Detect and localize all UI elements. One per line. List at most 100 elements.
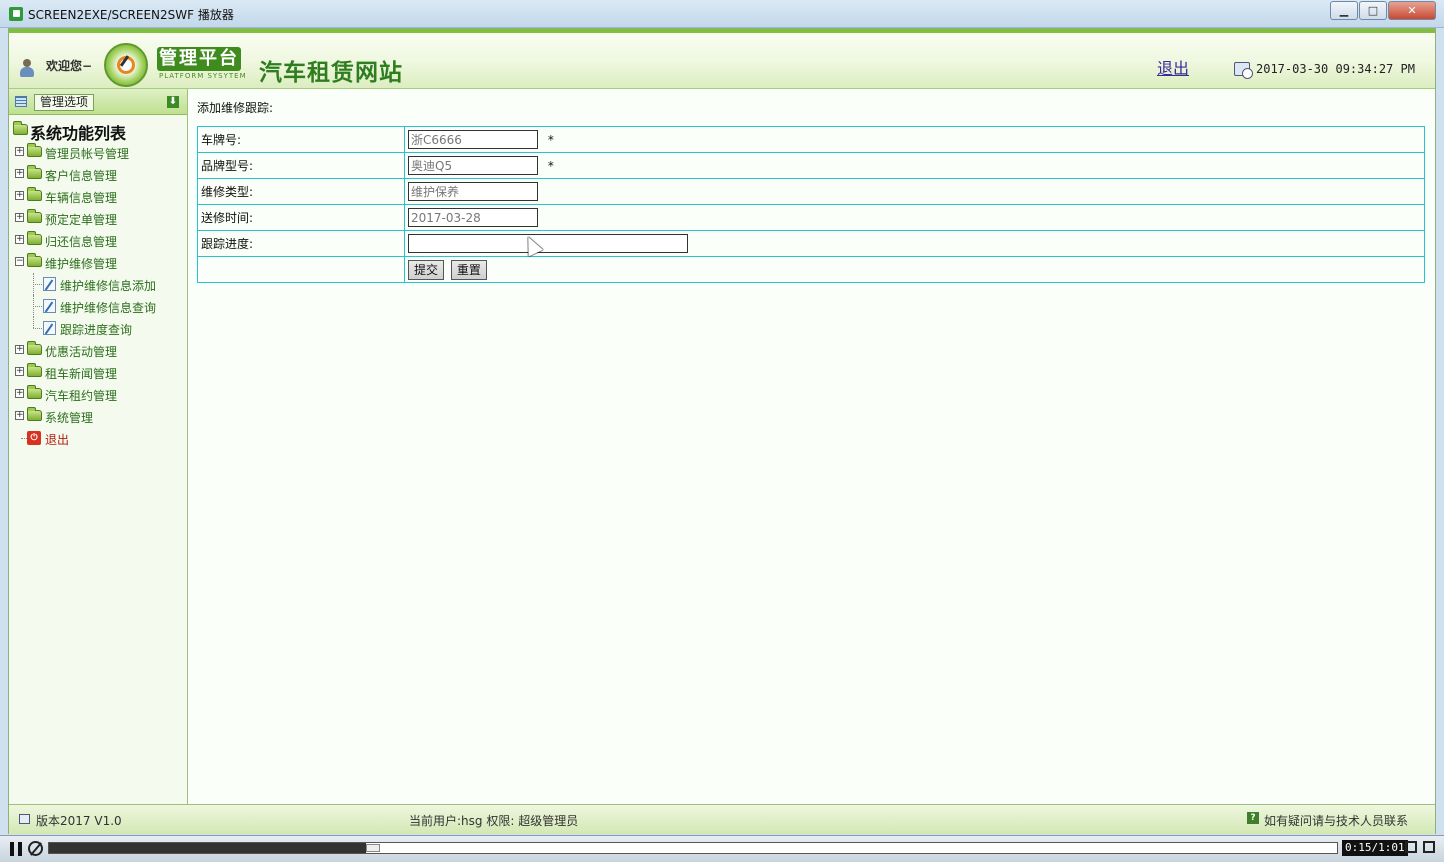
sidebar-item-label[interactable]: 租车新闻管理: [45, 365, 117, 382]
status-footer: 版本2017 V1.0 当前用户:hsg 权限: 超级管理员 ? 如有疑问请与技…: [9, 804, 1435, 834]
progress-label: 跟踪进度:: [197, 230, 405, 257]
welcome-text: 欢迎您−: [46, 59, 93, 73]
expand-icon[interactable]: +: [15, 235, 24, 244]
form-row-progress: 跟踪进度:: [197, 230, 1425, 257]
sidebar-subitem-tracking-query[interactable]: 跟踪进度查询: [9, 317, 187, 339]
expand-icon[interactable]: +: [15, 191, 24, 200]
main-content: 添加维修跟踪: 车牌号: * 品牌型号: * 维修类型:: [189, 89, 1435, 804]
sidebar-item-label[interactable]: 系统管理: [45, 409, 93, 426]
model-label: 品牌型号:: [197, 152, 405, 179]
edit-note-icon: [43, 299, 56, 313]
sidebar-subitem-label[interactable]: 跟踪进度查询: [60, 321, 132, 338]
submit-button[interactable]: 提交: [408, 259, 445, 280]
collapse-icon[interactable]: −: [15, 257, 24, 266]
expand-icon[interactable]: +: [15, 169, 24, 178]
logo-icon: [104, 43, 148, 87]
expand-icon[interactable]: +: [15, 411, 24, 420]
calendar-clock-icon: [1234, 62, 1253, 79]
fit-window-icon[interactable]: [1405, 841, 1417, 853]
sidebar-header: 管理选项 ⬇: [9, 89, 187, 115]
edit-note-icon: [43, 321, 56, 335]
sidebar-item-label[interactable]: 车辆信息管理: [45, 189, 117, 206]
sidebar-item-news[interactable]: + 租车新闻管理: [9, 361, 187, 383]
sidebar-item-label[interactable]: 归还信息管理: [45, 233, 117, 250]
maximize-button[interactable]: □: [1359, 1, 1387, 20]
reset-button[interactable]: 重置: [450, 259, 487, 280]
collapse-arrow-icon[interactable]: ⬇: [167, 96, 179, 108]
sidebar-item-customers[interactable]: + 客户信息管理: [9, 163, 187, 185]
sidebar-item-admin-accounts[interactable]: + 管理员帐号管理: [9, 141, 187, 163]
form-row-send-date: 送修时间:: [197, 204, 1425, 231]
repair-type-label: 维修类型:: [197, 178, 405, 205]
sidebar-item-returns[interactable]: + 归还信息管理: [9, 229, 187, 251]
folder-icon: [27, 385, 42, 399]
sidebar-subitem-label[interactable]: 维护维修信息查询: [60, 299, 156, 316]
progress-input[interactable]: [408, 234, 688, 253]
loop-icon[interactable]: [28, 841, 43, 856]
expand-icon[interactable]: +: [15, 213, 24, 222]
model-input[interactable]: [408, 156, 538, 175]
folder-open-icon: [13, 121, 28, 135]
progress-fill: [49, 843, 366, 853]
app-icon: [9, 7, 23, 21]
sidebar-item-vehicles[interactable]: + 车辆信息管理: [9, 185, 187, 207]
expand-icon[interactable]: +: [15, 147, 24, 156]
folder-open-icon: [27, 253, 42, 267]
sidebar-item-reservations[interactable]: + 预定定单管理: [9, 207, 187, 229]
fullscreen-icon[interactable]: [1423, 841, 1435, 853]
send-date-label: 送修时间:: [197, 204, 405, 231]
playback-time: 0:15/1:01: [1342, 840, 1408, 856]
maintenance-tracking-form: 车牌号: * 品牌型号: * 维修类型: 送修时间:: [197, 126, 1425, 283]
management-options-button[interactable]: 管理选项: [34, 94, 95, 111]
playback-progress-bar[interactable]: [48, 842, 1338, 854]
progress-thumb[interactable]: [366, 844, 380, 852]
form-row-plate: 车牌号: *: [197, 126, 1425, 153]
tree-connector: [33, 317, 34, 328]
form-row-repair-type: 维修类型:: [197, 178, 1425, 205]
sidebar-exit-label[interactable]: 退出: [45, 431, 69, 448]
sidebar-item-label[interactable]: 优惠活动管理: [45, 343, 117, 360]
sidebar-item-exit[interactable]: ⏻ 退出: [9, 427, 187, 449]
plate-cell: *: [404, 126, 1425, 153]
edit-note-icon: [43, 277, 56, 291]
form-row-model: 品牌型号: *: [197, 152, 1425, 179]
sidebar-subitem-label[interactable]: 维护维修信息添加: [60, 277, 156, 294]
sidebar-item-leases[interactable]: + 汽车租约管理: [9, 383, 187, 405]
pause-icon[interactable]: [10, 842, 22, 856]
folder-icon: [27, 143, 42, 157]
folder-icon: [27, 165, 42, 179]
logout-link[interactable]: 退出: [1157, 55, 1189, 79]
folder-icon: [27, 341, 42, 355]
tree-root: 系统功能列表: [9, 119, 187, 143]
folder-icon: [27, 231, 42, 245]
tree-connector: [33, 328, 42, 329]
sidebar-item-label[interactable]: 客户信息管理: [45, 167, 117, 184]
sidebar-item-label[interactable]: 维护维修管理: [45, 255, 117, 272]
current-user-text: 当前用户:hsg 权限: 超级管理员: [409, 814, 579, 828]
sidebar-item-maintenance[interactable]: − 维护维修管理: [9, 251, 187, 273]
version-text: 版本2017 V1.0: [36, 814, 122, 828]
sidebar: 管理选项 ⬇ 系统功能列表 + 管理员帐号管理 + 客户信息管理 + 车辆信息管…: [9, 89, 188, 804]
sidebar-item-label[interactable]: 管理员帐号管理: [45, 145, 129, 162]
function-tree: 系统功能列表 + 管理员帐号管理 + 客户信息管理 + 车辆信息管理 + 预定定…: [9, 119, 187, 449]
plate-label: 车牌号:: [197, 126, 405, 153]
repair-type-input[interactable]: [408, 182, 538, 201]
sidebar-subitem-maintenance-add[interactable]: 维护维修信息添加: [9, 273, 187, 295]
sidebar-item-system[interactable]: + 系统管理: [9, 405, 187, 427]
close-button[interactable]: ✕: [1388, 1, 1436, 20]
minimize-button[interactable]: ▁: [1330, 1, 1358, 20]
expand-icon[interactable]: +: [15, 345, 24, 354]
sidebar-item-label[interactable]: 汽车租约管理: [45, 387, 117, 404]
plate-input[interactable]: [408, 130, 538, 149]
progress-cell: [404, 230, 1425, 257]
sidebar-item-label[interactable]: 预定定单管理: [45, 211, 117, 228]
send-date-input[interactable]: [408, 208, 538, 227]
expand-icon[interactable]: +: [15, 367, 24, 376]
send-date-cell: [404, 204, 1425, 231]
help-text: 如有疑问请与技术人员联系: [1264, 814, 1409, 828]
tree-connector: [33, 284, 42, 285]
expand-icon[interactable]: +: [15, 389, 24, 398]
sidebar-subitem-maintenance-query[interactable]: 维护维修信息查询: [9, 295, 187, 317]
sidebar-item-promotions[interactable]: + 优惠活动管理: [9, 339, 187, 361]
model-cell: *: [404, 152, 1425, 179]
